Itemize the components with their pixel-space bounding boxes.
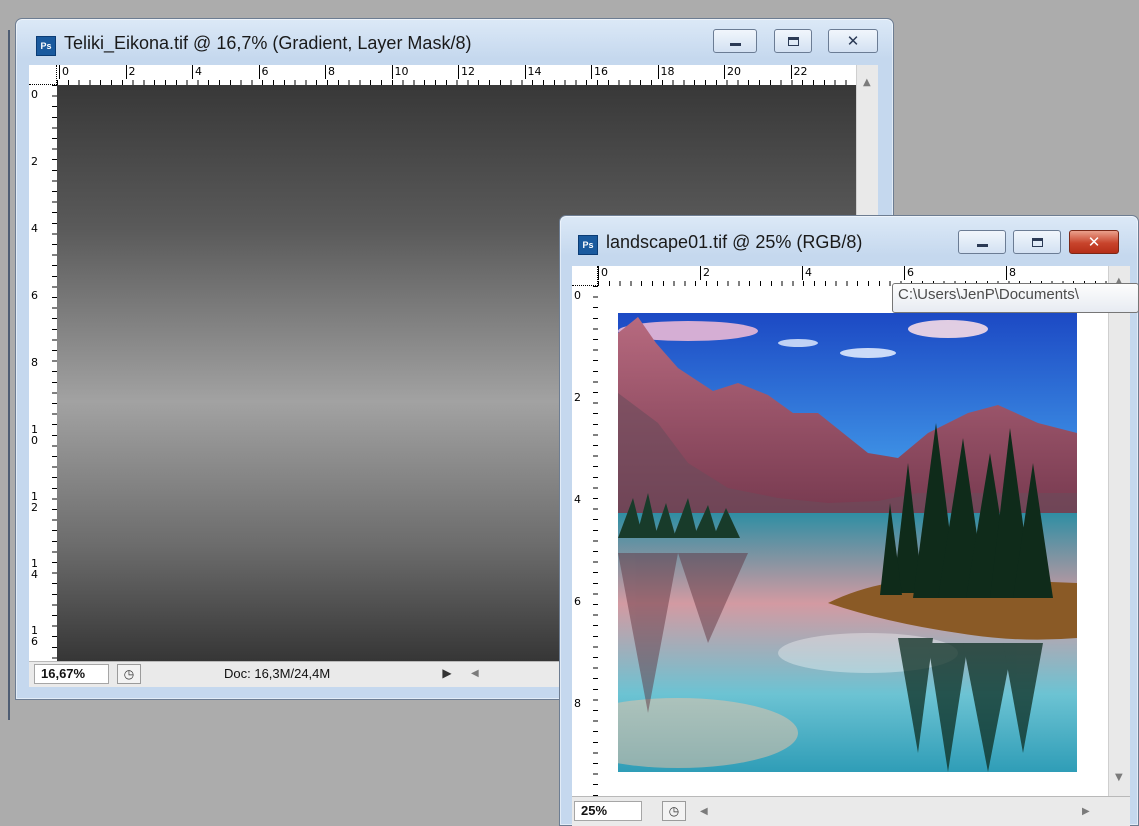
timer-icon: ◷	[123, 667, 135, 681]
ruler-v-label: 1 4	[31, 557, 38, 581]
ruler-v-label: 0	[31, 88, 38, 101]
ruler-h-label: 10	[391, 65, 409, 79]
maximize-icon	[1031, 237, 1043, 247]
ruler-v-label: 6	[31, 289, 38, 302]
document-status-button[interactable]: ◷	[117, 664, 141, 684]
scroll-left-icon[interactable]: ◀	[471, 668, 479, 679]
photoshop-icon: Ps	[36, 36, 56, 56]
vertical-ruler[interactable]: 0 2 4 6 8 1 0 1 2 1 4 1 6	[29, 85, 57, 661]
ruler-h-label: 12	[458, 65, 475, 79]
ruler-h-label: 4	[802, 266, 812, 280]
ruler-h-label: 2	[125, 65, 136, 79]
scroll-left-icon[interactable]: ◀	[700, 806, 708, 817]
vertical-ruler[interactable]: 0 2 4 6 8	[572, 286, 598, 796]
ruler-v-label: 2	[574, 391, 581, 404]
ruler-origin[interactable]	[572, 266, 598, 286]
ruler-v-label: 1 0	[31, 423, 38, 447]
status-bar: 25% ◷ ◀ ▶	[572, 796, 1130, 826]
landscape-image	[618, 313, 1077, 772]
minimize-icon	[976, 244, 988, 247]
ruler-v-label: 2	[31, 155, 38, 168]
document-status-button[interactable]: ◷	[662, 801, 686, 821]
close-button[interactable]: ✕	[828, 29, 878, 53]
ruler-h-label: 6	[904, 266, 914, 280]
close-button[interactable]: ✕	[1069, 230, 1119, 254]
scroll-up-icon[interactable]: ▲	[863, 77, 871, 88]
zoom-level-field[interactable]: 16,67%	[34, 664, 109, 684]
scroll-right-icon[interactable]: ▶	[1082, 806, 1090, 817]
minimize-button[interactable]	[958, 230, 1006, 254]
ruler-h-label: 8	[1006, 266, 1016, 280]
ruler-h-label: 0	[598, 266, 608, 280]
ruler-h-label: 6	[258, 65, 269, 79]
ruler-h-label: 8	[325, 65, 335, 79]
window-title: Teliki_Eikona.tif @ 16,7% (Gradient, Lay…	[64, 33, 472, 53]
close-icon: ✕	[846, 31, 860, 50]
ruler-v-label: 8	[31, 356, 38, 369]
ruler-h-label: 2	[700, 266, 710, 280]
ruler-v-label: 6	[574, 595, 581, 608]
ruler-v-label: 4	[574, 493, 581, 506]
file-path-tooltip: C:\Users\JenP\Documents\	[892, 283, 1139, 313]
ruler-v-label: 1 2	[31, 490, 38, 514]
ruler-v-label: 4	[31, 222, 38, 235]
title-bar[interactable]: Ps landscape01.tif @ 25% (RGB/8) ✕	[560, 216, 1138, 256]
ruler-v-label: 8	[574, 697, 581, 710]
horizontal-ruler[interactable]: 0 2 4 6 8 10 12 14 16 18 20 22	[57, 65, 856, 85]
timer-icon: ◷	[668, 804, 680, 818]
zoom-level-field[interactable]: 25%	[574, 801, 642, 821]
title-bar[interactable]: Ps Teliki_Eikona.tif @ 16,7% (Gradient, …	[16, 19, 893, 59]
ruler-v-label: 1 6	[31, 624, 38, 648]
ruler-h-label: 18	[657, 65, 675, 79]
status-menu-button[interactable]: ▶	[437, 664, 457, 684]
ruler-v-label: 0	[574, 289, 581, 302]
scroll-down-icon[interactable]: ▼	[1115, 772, 1123, 783]
workspace-edge	[8, 30, 10, 720]
maximize-icon	[787, 36, 799, 46]
ruler-h-label: 4	[192, 65, 202, 79]
landscape-photo	[618, 313, 1077, 772]
close-icon: ✕	[1087, 232, 1101, 251]
ruler-h-label: 22	[790, 65, 808, 79]
play-icon: ▶	[442, 666, 452, 680]
ruler-h-label: 16	[591, 65, 608, 79]
maximize-button[interactable]	[1013, 230, 1061, 254]
minimize-button[interactable]	[713, 29, 757, 53]
minimize-icon	[729, 43, 741, 46]
maximize-button[interactable]	[774, 29, 812, 53]
vertical-scrollbar[interactable]: ▲ ▼	[1108, 266, 1130, 796]
ruler-origin[interactable]	[29, 65, 57, 85]
ruler-h-label: 0	[59, 65, 69, 79]
ruler-h-label: 14	[524, 65, 542, 79]
ruler-h-label: 20	[724, 65, 741, 79]
photoshop-icon: Ps	[578, 235, 598, 255]
document-size-info: Doc: 16,3M/24,4M	[224, 666, 331, 681]
window-title: landscape01.tif @ 25% (RGB/8)	[606, 232, 863, 252]
image-canvas[interactable]	[598, 286, 1108, 796]
